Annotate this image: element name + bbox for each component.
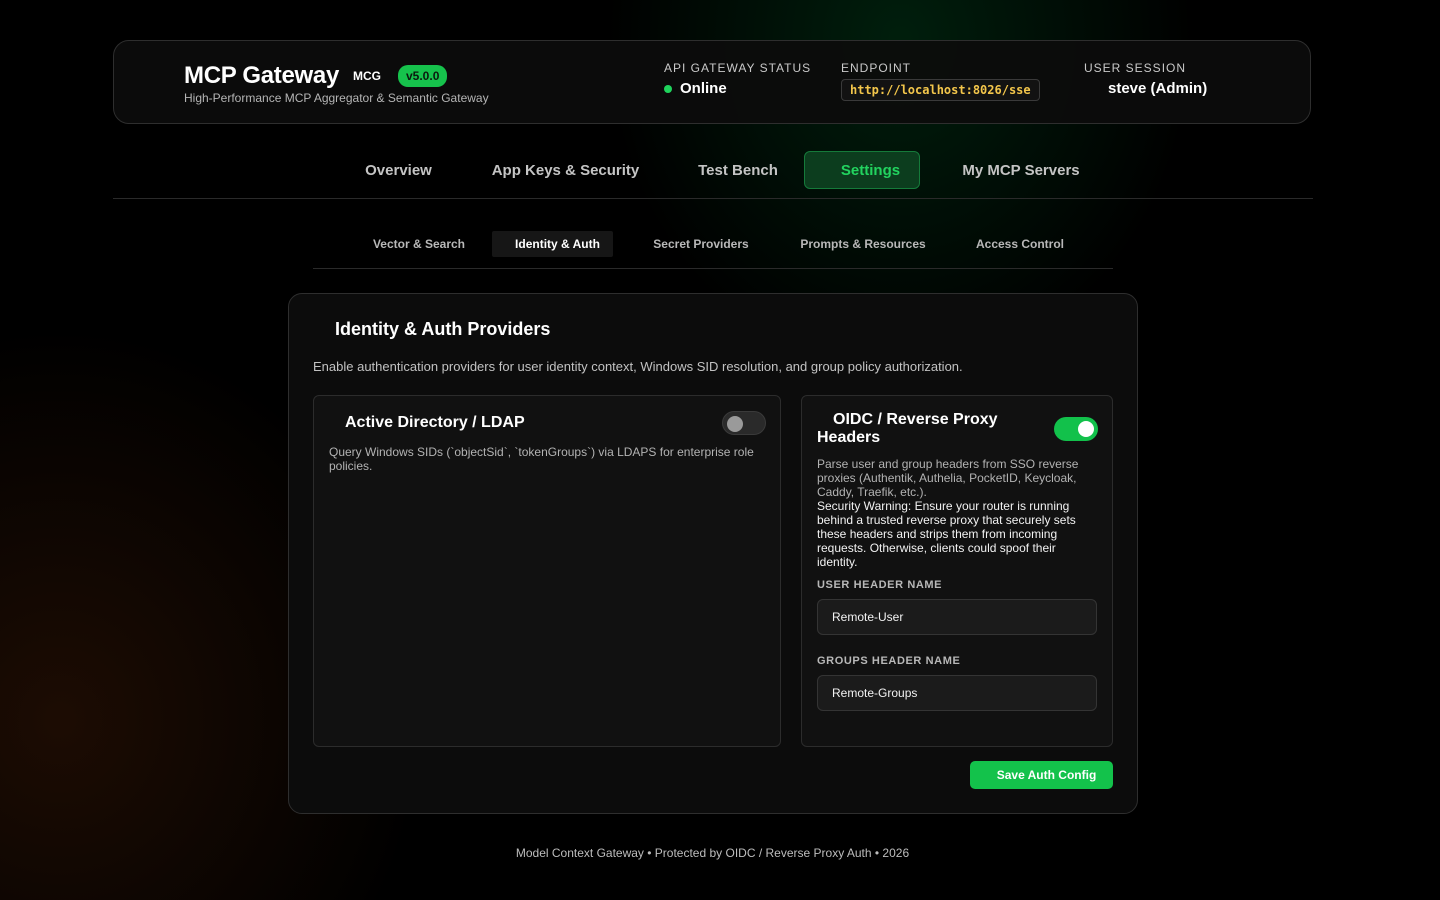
endpoint-url[interactable]: http://localhost:8026/sse <box>841 79 1040 101</box>
version-badge: v5.0.0 <box>398 65 448 87</box>
subtab-prompts-resources[interactable]: Prompts & Resources <box>789 231 937 257</box>
ldap-card: Active Directory / LDAP Query Windows SI… <box>313 395 781 747</box>
app-header: MCP Gateway MCG v5.0.0 High-Performance … <box>113 40 1311 124</box>
tab-app-keys-security[interactable]: App Keys & Security <box>475 151 656 189</box>
ldap-title: Active Directory / LDAP <box>345 414 525 431</box>
groups-header-label: GROUPS HEADER NAME <box>817 655 961 667</box>
oidc-title: OIDC / Reverse Proxy Headers <box>817 411 998 446</box>
user-session-label: USER SESSION <box>1084 61 1187 75</box>
subtab-access-control[interactable]: Access Control <box>962 231 1078 257</box>
gateway-status-text: Online <box>680 80 727 97</box>
panel-title: Identity & Auth Providers <box>335 319 551 339</box>
gateway-status: API GATEWAY STATUS Online <box>664 61 811 97</box>
user-header-input[interactable] <box>817 599 1097 635</box>
main-tabs: Overview App Keys & Security Test Bench … <box>113 150 1313 199</box>
ldap-toggle[interactable] <box>722 411 766 435</box>
save-auth-config-button[interactable]: Save Auth Config <box>970 761 1113 789</box>
settings-subtabs: Vector & Search Identity & Auth Secret P… <box>313 230 1113 269</box>
brand: MCP Gateway MCG v5.0.0 <box>184 62 448 90</box>
subtab-vector-search[interactable]: Vector & Search <box>359 231 479 257</box>
tab-settings[interactable]: Settings <box>804 151 920 189</box>
groups-header-input[interactable] <box>817 675 1097 711</box>
oidc-card: OIDC / Reverse Proxy Headers Parse user … <box>801 395 1113 747</box>
user-header-label: USER HEADER NAME <box>817 579 943 591</box>
endpoint: ENDPOINT http://localhost:8026/sse <box>841 61 1040 101</box>
subtab-secret-providers[interactable]: Secret Providers <box>638 231 764 257</box>
ldap-toggle-knob <box>727 416 743 432</box>
oidc-description: Parse user and group headers from SSO re… <box>817 457 1079 499</box>
user-session-value[interactable]: steve (Admin) <box>1084 80 1207 97</box>
oidc-security-warning: Security Warning: Ensure your router is … <box>817 499 1076 569</box>
status-dot-icon <box>664 84 672 93</box>
tab-my-mcp-servers[interactable]: My MCP Servers <box>945 151 1097 189</box>
oidc-toggle[interactable] <box>1054 417 1098 441</box>
footer: Model Context Gateway • Protected by OID… <box>515 846 910 860</box>
app-short-name: MCG <box>353 69 381 83</box>
identity-auth-panel: Identity & Auth Providers Enable authent… <box>288 293 1138 814</box>
panel-description: Enable authentication providers for user… <box>313 359 963 374</box>
gateway-status-value: Online <box>664 80 811 97</box>
subtab-identity-auth[interactable]: Identity & Auth <box>492 231 613 257</box>
tab-overview[interactable]: Overview <box>347 151 450 189</box>
user-session: USER SESSION steve (Admin) <box>1084 61 1207 97</box>
ldap-description: Query Windows SIDs (`objectSid`, `tokenG… <box>329 445 754 473</box>
tab-test-bench[interactable]: Test Bench <box>681 151 795 189</box>
app-subtitle: High-Performance MCP Aggregator & Semant… <box>184 91 489 105</box>
endpoint-label: ENDPOINT <box>841 61 912 75</box>
oidc-toggle-knob <box>1078 421 1094 437</box>
gateway-status-label: API GATEWAY STATUS <box>664 61 812 75</box>
app-title: MCP Gateway <box>184 62 339 89</box>
